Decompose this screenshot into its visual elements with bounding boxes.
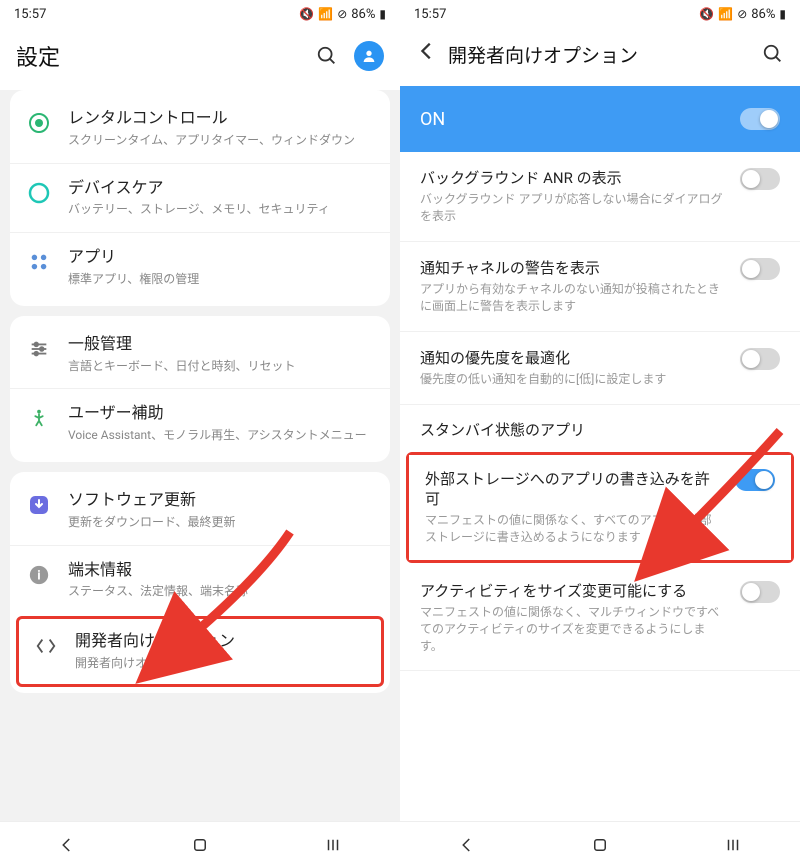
setting-about[interactable]: i 端末情報 ステータス、法定情報、端末名称 <box>10 545 390 615</box>
accessibility-icon <box>26 405 52 431</box>
battery-icon: ▮ <box>379 7 386 21</box>
setting-devicecare[interactable]: デバイスケア バッテリー、ストレージ、メモリ、セキュリティ <box>10 163 390 233</box>
battery-percent: 86% <box>351 7 375 22</box>
dev-sub: アプリから有効なチャネルのない通知が投稿されたときに画面上に警告を表示します <box>420 281 728 315</box>
settings-group: レンタルコントロール スクリーンタイム、アプリタイマー、ウィンドダウン デバイス… <box>10 90 390 306</box>
setting-update[interactable]: ソフトウェア更新 更新をダウンロード、最終更新 <box>10 476 390 545</box>
toggle[interactable] <box>740 581 780 603</box>
dev-sub: マニフェストの値に関係なく、マルチウィンドウですべてのアクティビティのサイズを変… <box>420 604 728 654</box>
nav-home[interactable] <box>588 833 612 857</box>
setting-general[interactable]: 一般管理 言語とキーボード、日付と時刻、リセット <box>10 320 390 389</box>
toggle[interactable] <box>740 348 780 370</box>
status-time: 15:57 <box>414 7 446 22</box>
status-time: 15:57 <box>14 7 46 22</box>
setting-title: 開発者向けオプション <box>75 631 367 652</box>
dev-title: 外部ストレージへのアプリの書き込みを許可 <box>425 469 723 510</box>
svg-text:i: i <box>37 568 40 583</box>
settings-group: 一般管理 言語とキーボード、日付と時刻、リセット ユーザー補助 Voice As… <box>10 316 390 462</box>
section-standby[interactable]: スタンバイ状態のアプリ <box>400 405 800 450</box>
devicecare-icon <box>26 180 52 206</box>
setting-title: 一般管理 <box>68 334 374 355</box>
settings-header: 設定 <box>0 28 400 90</box>
statusbar: 15:57 🔇 📶 ⊘ 86% ▮ <box>0 0 400 28</box>
settings-list: レンタルコントロール スクリーンタイム、アプリタイマー、ウィンドダウン デバイス… <box>0 90 400 821</box>
status-right: 🔇 📶 ⊘ 86% ▮ <box>699 7 786 22</box>
search-icon[interactable] <box>762 43 784 65</box>
settings-group: ソフトウェア更新 更新をダウンロード、最終更新 i 端末情報 ステータス、法定情… <box>10 472 390 693</box>
setting-sub: 開発者向けオプション <box>75 655 367 672</box>
setting-sub: スクリーンタイム、アプリタイマー、ウィンドダウン <box>68 132 374 149</box>
setting-sub: バッテリー、ストレージ、メモリ、セキュリティ <box>68 201 374 218</box>
nav-recent[interactable] <box>721 833 745 857</box>
dev-sub: マニフェストの値に関係なく、すべてのアプリを外部ストレージに書き込めるようになり… <box>425 512 723 546</box>
setting-title: ユーザー補助 <box>68 403 374 424</box>
update-icon <box>26 492 52 518</box>
wifi-icon: 📶 <box>718 7 733 21</box>
account-avatar[interactable] <box>354 41 384 71</box>
toggle[interactable] <box>735 469 775 491</box>
setting-title: ソフトウェア更新 <box>68 490 374 511</box>
search-icon[interactable] <box>316 45 338 67</box>
dev-sub: バックグラウンド アプリが応答しない場合にダイアログを表示 <box>420 191 728 225</box>
mute-icon: 🔇 <box>699 7 714 21</box>
battery-icon: ▮ <box>779 7 786 21</box>
back-button[interactable] <box>416 40 438 68</box>
battery-percent: 86% <box>751 7 775 22</box>
dev-title: バックグラウンド ANR の表示 <box>420 168 728 188</box>
phone-devoptions: 15:57 🔇 📶 ⊘ 86% ▮ 開発者向けオプション ON バックグ <box>400 0 800 867</box>
wifi-icon: 📶 <box>318 7 333 21</box>
setting-sub: ステータス、法定情報、端末名称 <box>68 583 374 600</box>
mute-icon: 🔇 <box>299 7 314 21</box>
parental-icon <box>26 110 52 136</box>
toggle[interactable] <box>740 168 780 190</box>
dev-title: 通知チャネルの警告を表示 <box>420 258 728 278</box>
highlight-box: 外部ストレージへのアプリの書き込みを許可 マニフェストの値に関係なく、すべてのア… <box>406 452 794 563</box>
setting-parental[interactable]: レンタルコントロール スクリーンタイム、アプリタイマー、ウィンドダウン <box>10 94 390 163</box>
master-toggle[interactable] <box>740 108 780 130</box>
setting-title: レンタルコントロール <box>68 108 374 129</box>
phone-settings: 15:57 🔇 📶 ⊘ 86% ▮ 設定 レンタルコントロール <box>0 0 400 867</box>
nav-back[interactable] <box>55 833 79 857</box>
setting-developer[interactable]: 開発者向けオプション 開発者向けオプション <box>19 619 381 684</box>
dev-row-resizable[interactable]: アクティビティをサイズ変更可能にする マニフェストの値に関係なく、マルチウィンド… <box>400 565 800 672</box>
statusbar: 15:57 🔇 📶 ⊘ 86% ▮ <box>400 0 800 28</box>
no-data-icon: ⊘ <box>737 7 747 21</box>
highlight-box: 開発者向けオプション 開発者向けオプション <box>16 616 384 687</box>
dev-row-anr[interactable]: バックグラウンド ANR の表示 バックグラウンド アプリが応答しない場合にダイ… <box>400 152 800 242</box>
navbar <box>400 821 800 867</box>
setting-sub: Voice Assistant、モノラル再生、アシスタントメニュー <box>68 427 374 444</box>
general-icon <box>26 336 52 362</box>
master-toggle-bar[interactable]: ON <box>400 86 800 152</box>
dev-title: 通知の優先度を最適化 <box>420 348 728 368</box>
dev-sub: 優先度の低い通知を自動的に[低]に設定します <box>420 371 728 388</box>
setting-title: アプリ <box>68 247 374 268</box>
dev-row-priority[interactable]: 通知の優先度を最適化 優先度の低い通知を自動的に[低]に設定します <box>400 332 800 405</box>
dev-icon <box>33 633 59 659</box>
setting-sub: 更新をダウンロード、最終更新 <box>68 514 374 531</box>
apps-icon <box>26 249 52 275</box>
nav-back[interactable] <box>455 833 479 857</box>
navbar <box>0 821 400 867</box>
setting-title: デバイスケア <box>68 178 374 199</box>
nav-home[interactable] <box>188 833 212 857</box>
devoptions-list: ON バックグラウンド ANR の表示 バックグラウンド アプリが応答しない場合… <box>400 86 800 821</box>
setting-sub: 標準アプリ、権限の管理 <box>68 271 374 288</box>
page-title: 開発者向けオプション <box>448 41 638 68</box>
setting-apps[interactable]: アプリ 標準アプリ、権限の管理 <box>10 232 390 302</box>
on-label: ON <box>420 109 445 130</box>
setting-title: 端末情報 <box>68 560 374 581</box>
nav-recent[interactable] <box>321 833 345 857</box>
no-data-icon: ⊘ <box>337 7 347 21</box>
dev-row-external-storage[interactable]: 外部ストレージへのアプリの書き込みを許可 マニフェストの値に関係なく、すべてのア… <box>409 455 791 560</box>
setting-sub: 言語とキーボード、日付と時刻、リセット <box>68 358 374 375</box>
devoptions-header: 開発者向けオプション <box>400 28 800 86</box>
status-right: 🔇 📶 ⊘ 86% ▮ <box>299 7 386 22</box>
about-icon: i <box>26 562 52 588</box>
page-title: 設定 <box>16 40 60 72</box>
dev-row-channel[interactable]: 通知チャネルの警告を表示 アプリから有効なチャネルのない通知が投稿されたときに画… <box>400 242 800 332</box>
dev-title: アクティビティをサイズ変更可能にする <box>420 581 728 601</box>
toggle[interactable] <box>740 258 780 280</box>
setting-accessibility[interactable]: ユーザー補助 Voice Assistant、モノラル再生、アシスタントメニュー <box>10 388 390 458</box>
